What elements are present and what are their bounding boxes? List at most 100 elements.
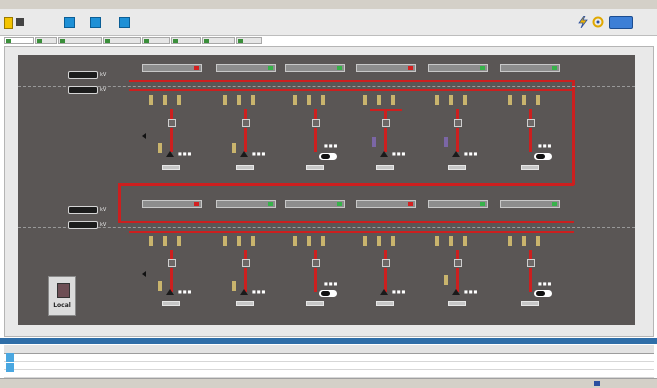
disconnector[interactable]	[251, 95, 255, 105]
display-icon[interactable]	[16, 18, 24, 26]
disconnector[interactable]	[237, 95, 241, 105]
disconnector[interactable]	[435, 236, 439, 246]
log-row[interactable]	[4, 370, 654, 378]
tab-2[interactable]	[35, 37, 57, 44]
toolbar-button-2[interactable]	[90, 17, 101, 28]
disconnector[interactable]	[149, 95, 153, 105]
disconnector[interactable]	[363, 236, 367, 246]
disconnector[interactable]	[177, 236, 181, 246]
disconnector[interactable]	[463, 95, 467, 105]
tab-7[interactable]	[202, 37, 235, 44]
circuit-breaker[interactable]	[382, 259, 390, 267]
meter-unit-3: kV	[100, 207, 107, 213]
bay-header-top-3[interactable]	[285, 64, 345, 72]
disconnector[interactable]	[149, 236, 153, 246]
log-row[interactable]	[4, 362, 654, 370]
circuit-breaker[interactable]	[312, 119, 320, 127]
tab-5[interactable]	[142, 37, 170, 44]
disconnector[interactable]	[522, 95, 526, 105]
local-remote-toggle[interactable]	[534, 153, 552, 160]
feeder-label-box	[521, 301, 539, 306]
meter-unit-1: kV	[100, 72, 107, 78]
disconnector[interactable]	[293, 236, 297, 246]
tab-1[interactable]	[4, 37, 34, 44]
disconnector[interactable]	[435, 95, 439, 105]
earthing-switch[interactable]	[444, 275, 448, 285]
circuit-breaker[interactable]	[242, 259, 250, 267]
lightning-icon[interactable]	[578, 16, 588, 28]
local-control-button[interactable]: Local	[48, 276, 76, 316]
earthing-switch[interactable]	[372, 137, 376, 147]
meter-unit-4: kV	[100, 222, 107, 228]
disconnector[interactable]	[508, 95, 512, 105]
event-log-header	[4, 345, 654, 354]
disconnector[interactable]	[508, 236, 512, 246]
circuit-breaker[interactable]	[168, 259, 176, 267]
local-remote-toggle[interactable]	[534, 290, 552, 297]
circuit-breaker[interactable]	[527, 259, 535, 267]
bay-header-bottom-6[interactable]	[500, 200, 560, 208]
tab-6[interactable]	[171, 37, 201, 44]
circuit-breaker[interactable]	[527, 119, 535, 127]
local-remote-toggle[interactable]	[319, 153, 337, 160]
bay-header-top-1[interactable]	[142, 64, 202, 72]
bay-header-bottom-4[interactable]	[356, 200, 416, 208]
disconnector[interactable]	[363, 95, 367, 105]
disconnector[interactable]	[177, 95, 181, 105]
disconnector[interactable]	[321, 236, 325, 246]
earthing-switch[interactable]	[158, 281, 162, 291]
disconnector[interactable]	[223, 236, 227, 246]
earthing-switch[interactable]	[232, 143, 236, 153]
bay-header-bottom-3[interactable]	[285, 200, 345, 208]
toolbar-button-3[interactable]	[119, 17, 130, 28]
disconnector[interactable]	[536, 236, 540, 246]
disconnector[interactable]	[522, 236, 526, 246]
earthing-switch[interactable]	[158, 143, 162, 153]
feeder-label-box	[306, 301, 324, 306]
bay-header-top-6[interactable]	[500, 64, 560, 72]
circuit-breaker[interactable]	[242, 119, 250, 127]
scroll-up-icon[interactable]	[6, 353, 14, 362]
disconnector[interactable]	[391, 95, 395, 105]
bay-header-top-5[interactable]	[428, 64, 488, 72]
disconnector[interactable]	[463, 236, 467, 246]
disconnector[interactable]	[251, 236, 255, 246]
refresh-icon[interactable]	[592, 16, 604, 28]
disconnector[interactable]	[377, 95, 381, 105]
circuit-breaker[interactable]	[454, 119, 462, 127]
earthing-switch[interactable]	[232, 281, 236, 291]
bay-header-bottom-5[interactable]	[428, 200, 488, 208]
circuit-breaker[interactable]	[454, 259, 462, 267]
disconnector[interactable]	[307, 95, 311, 105]
tab-4[interactable]	[103, 37, 141, 44]
ground-icon	[380, 289, 388, 295]
disconnector[interactable]	[307, 236, 311, 246]
open-icon[interactable]	[4, 17, 13, 29]
circuit-breaker[interactable]	[168, 119, 176, 127]
toolbar-button-1[interactable]	[64, 17, 75, 28]
disconnector[interactable]	[163, 236, 167, 246]
tab-8[interactable]	[236, 37, 262, 44]
disconnector[interactable]	[163, 95, 167, 105]
disconnector[interactable]	[536, 95, 540, 105]
disconnector[interactable]	[377, 236, 381, 246]
bay-header-top-2[interactable]	[216, 64, 276, 72]
circuit-breaker[interactable]	[382, 119, 390, 127]
ground-icon	[166, 289, 174, 295]
earthing-switch[interactable]	[444, 137, 448, 147]
bay-header-bottom-2[interactable]	[216, 200, 276, 208]
disconnector[interactable]	[391, 236, 395, 246]
disconnector[interactable]	[449, 95, 453, 105]
circuit-breaker[interactable]	[312, 259, 320, 267]
disconnector[interactable]	[223, 95, 227, 105]
tab-3[interactable]	[58, 37, 102, 44]
disconnector[interactable]	[293, 95, 297, 105]
log-row[interactable]	[4, 354, 654, 362]
bay-header-bottom-1[interactable]	[142, 200, 202, 208]
bay-header-top-4[interactable]	[356, 64, 416, 72]
disconnector[interactable]	[321, 95, 325, 105]
disconnector[interactable]	[449, 236, 453, 246]
disconnector[interactable]	[237, 236, 241, 246]
scroll-down-icon[interactable]	[6, 363, 14, 372]
local-remote-toggle[interactable]	[319, 290, 337, 297]
